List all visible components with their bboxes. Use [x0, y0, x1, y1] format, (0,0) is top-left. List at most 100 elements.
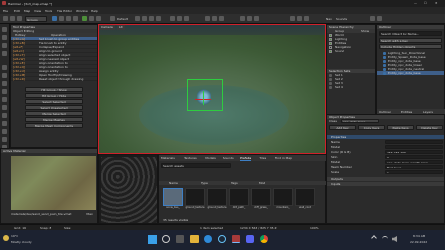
property-row[interactable]: Skin 0 [327, 155, 444, 159]
physics-icon[interactable] [240, 16, 245, 21]
camera-icon[interactable] [297, 16, 302, 21]
tool-action-button[interactable]: Hit Group / Hide [25, 93, 83, 98]
asset-tile[interactable]: ground_texture [207, 188, 227, 214]
asset-tile[interactable]: ground_texture [185, 188, 205, 214]
play-icon[interactable] [247, 16, 252, 21]
properties-section-header[interactable]: Properties [327, 135, 444, 139]
browser-tab[interactable]: Tiles [259, 156, 266, 160]
minimize-button[interactable]: — [414, 1, 417, 5]
selected-hero-model[interactable] [197, 89, 211, 105]
tile-tool-icon[interactable] [219, 16, 224, 21]
vertex-mode-icon[interactable] [135, 16, 140, 21]
property-row[interactable]: Model npc_dota_hero_wraith_king [327, 160, 444, 164]
property-action-button[interactable]: Delete Key [416, 125, 443, 130]
clock-date[interactable]: 22.09.2022 [410, 240, 427, 244]
viewport-render-mode[interactable]: Lit [117, 25, 125, 30]
settings-gear-icon[interactable] [377, 16, 382, 21]
audio-icon[interactable] [304, 16, 309, 21]
rotate-tool-icon[interactable] [59, 16, 64, 21]
close-button[interactable]: ✕ [435, 1, 438, 5]
edge-mode-icon[interactable] [142, 16, 147, 21]
outliner-search-input[interactable]: Search Object by Name... [379, 31, 442, 36]
property-action-button[interactable]: Copy Keys [358, 125, 385, 130]
world-space-icon[interactable] [89, 16, 94, 21]
browser-tab[interactable]: Prefabs [240, 156, 252, 161]
decal-tool-icon[interactable] [2, 105, 7, 110]
build-icon[interactable] [254, 16, 259, 21]
entity-tool-icon[interactable] [2, 73, 7, 78]
tray-chevron-icon[interactable] [371, 235, 377, 241]
translate-tool-icon[interactable] [52, 16, 57, 21]
nav-toggle[interactable]: Nav [326, 17, 332, 21]
maximize-button[interactable]: ☐ [424, 1, 427, 5]
sculpt-tool-icon[interactable] [2, 81, 7, 86]
terrain-tool-icon[interactable] [212, 16, 217, 21]
tile-place-icon[interactable] [2, 121, 7, 126]
steam-icon[interactable] [218, 235, 226, 243]
rotate-side-icon[interactable] [2, 43, 7, 48]
layout-icon[interactable] [370, 16, 375, 21]
inputs-section-header[interactable]: Inputs [327, 182, 444, 186]
browser-icon[interactable] [204, 235, 212, 243]
move-tool-icon[interactable] [2, 35, 7, 40]
discord-icon[interactable] [246, 235, 254, 243]
wifi-icon[interactable] [382, 236, 388, 242]
menu-map[interactable]: Map [24, 9, 30, 13]
pivot-tool-icon[interactable] [73, 16, 78, 21]
select-tool-icon[interactable] [2, 27, 7, 32]
entity-mode-icon[interactable] [170, 16, 175, 21]
property-action-button[interactable]: Add Key [329, 125, 356, 130]
menu-edit[interactable]: Edit [14, 9, 20, 13]
light-icon[interactable] [290, 16, 295, 21]
tile-preview-image[interactable] [101, 157, 157, 223]
class-value-field[interactable]: npc_dota_base [341, 119, 379, 123]
visibility-checkbox[interactable] [329, 49, 332, 53]
property-value-field[interactable] [385, 140, 443, 144]
tool-action-button[interactable]: Hit Group / Show [25, 87, 83, 92]
tool-action-button[interactable]: Merge Meshes [25, 117, 83, 122]
file-explorer-icon[interactable] [190, 235, 199, 243]
include-hidden-button[interactable]: Include Hidden objects [379, 44, 442, 49]
property-value-field[interactable]: Bad Guys [385, 165, 443, 169]
property-row[interactable]: Scale 1 [327, 170, 444, 174]
asset-tile[interactable]: mountain_ [273, 188, 293, 214]
browser-tab[interactable]: Materials [161, 156, 175, 160]
browser-tab[interactable]: Find in Map [275, 156, 292, 160]
group-row[interactable]: Sound [327, 49, 375, 53]
menu-tools[interactable]: Tools [45, 9, 52, 13]
property-value-field[interactable]: 1 [385, 170, 443, 174]
taskbar-search-icon[interactable] [162, 235, 170, 243]
measure-tool-icon[interactable] [2, 97, 7, 102]
viewport-camera-label[interactable]: Camera [99, 25, 115, 30]
paint-tool-icon[interactable] [2, 89, 7, 94]
hammer-app-icon[interactable] [232, 235, 240, 243]
browser-tab[interactable]: Sounds [223, 156, 234, 160]
asset-search-input[interactable]: Search assets [161, 163, 231, 168]
asset-tile[interactable]: snow_bus_ [163, 188, 183, 214]
3d-viewport[interactable]: Camera Lit [98, 24, 326, 154]
hotkey-row[interactable]: [ctrl+R] Reset object through drawing [11, 77, 97, 81]
menu-help[interactable]: Help [91, 9, 98, 13]
tool-mode-label[interactable]: Default [117, 17, 128, 21]
selection-set-row[interactable]: Set 4 [327, 85, 375, 89]
light-place-icon[interactable] [2, 129, 7, 134]
property-row[interactable]: Team Number Bad Guys [327, 165, 444, 169]
property-action-button[interactable]: Paste Keys [387, 125, 414, 130]
clip-tool-icon[interactable] [184, 16, 189, 21]
property-row[interactable]: Model [327, 145, 444, 149]
sounds-toggle[interactable]: Sounds [336, 17, 347, 21]
start-button-icon[interactable] [148, 235, 157, 244]
camera-place-icon[interactable] [2, 137, 7, 142]
menu-file[interactable]: File [3, 9, 8, 13]
material-preview-image[interactable] [11, 156, 96, 210]
volume-icon[interactable] [392, 236, 397, 242]
grid-snap-icon[interactable] [82, 16, 87, 21]
property-row[interactable]: Name [327, 140, 444, 144]
scale-tool-icon[interactable] [66, 16, 71, 21]
menu-tile-editor[interactable]: Tile Editor [57, 9, 72, 13]
outputs-section-header[interactable]: Outputs [327, 177, 444, 181]
new-map-icon[interactable] [3, 16, 8, 21]
gizmo-y-axis[interactable] [203, 91, 204, 105]
path-tool-icon[interactable] [177, 16, 182, 21]
property-value-field[interactable] [385, 145, 443, 149]
